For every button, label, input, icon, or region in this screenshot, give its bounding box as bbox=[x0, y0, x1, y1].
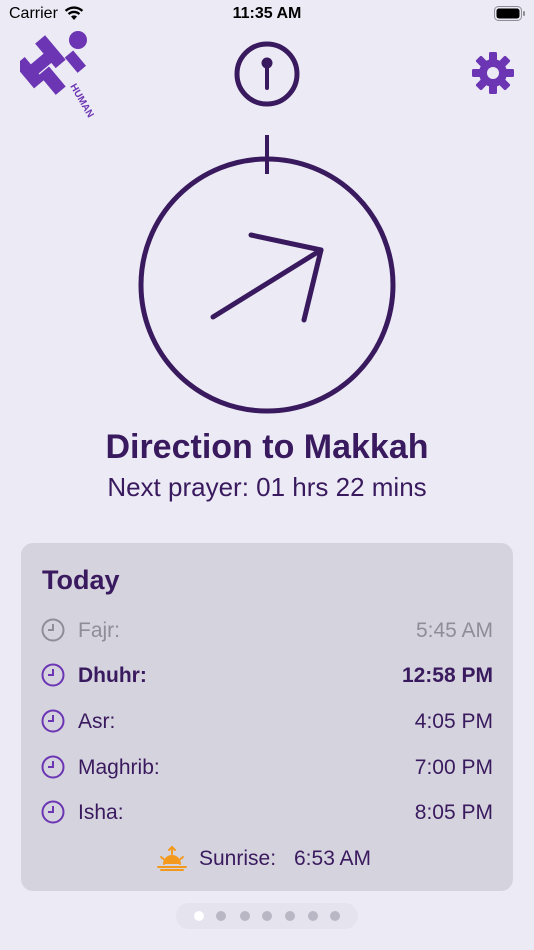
prayer-row-fajr: Fajr: 5:45 AM bbox=[41, 616, 493, 646]
page-dot-3[interactable] bbox=[240, 911, 250, 921]
prayer-time: 4:05 PM bbox=[414, 710, 493, 733]
prayer-name: Isha: bbox=[78, 801, 124, 824]
clock-icon bbox=[41, 800, 65, 824]
next-prayer-countdown: Next prayer: 01 hrs 22 mins bbox=[107, 472, 427, 502]
prayer-name: Fajr: bbox=[78, 619, 120, 642]
page-dot-6[interactable] bbox=[308, 911, 318, 921]
gear-icon[interactable] bbox=[470, 50, 516, 96]
sunrise-row: Sunrise: 6:53 AM bbox=[21, 844, 513, 874]
clock-icon bbox=[41, 663, 65, 687]
qibla-compass bbox=[138, 135, 396, 414]
status-bar: Carrier 11:35 AM bbox=[0, 0, 534, 30]
info-pin-icon[interactable] bbox=[233, 40, 301, 108]
page-dot-4[interactable] bbox=[262, 911, 272, 921]
qibla-arrow-icon bbox=[210, 232, 324, 323]
prayer-row-dhuhr: Dhuhr: 12:58 PM bbox=[41, 661, 493, 691]
battery-icon bbox=[494, 6, 525, 21]
prayer-time: 5:45 AM bbox=[415, 619, 493, 642]
logo-text: HUMAN APPEAL bbox=[67, 82, 106, 118]
sunrise-label: Sunrise: bbox=[199, 847, 277, 870]
prayer-time: 12:58 PM bbox=[401, 664, 493, 687]
prayer-row-isha: Isha: 8:05 PM bbox=[41, 798, 493, 828]
page-dot-2[interactable] bbox=[216, 911, 226, 921]
page-control[interactable] bbox=[176, 903, 358, 929]
sunrise-time: 6:53 AM bbox=[294, 847, 372, 870]
card-title: Today bbox=[42, 565, 120, 595]
human-appeal-logo: HUMAN APPEAL bbox=[20, 31, 106, 118]
prayer-name: Asr: bbox=[78, 710, 116, 733]
clock-icon bbox=[41, 618, 65, 642]
prayer-row-asr: Asr: 4:05 PM bbox=[41, 707, 493, 737]
page-dot-5[interactable] bbox=[285, 911, 295, 921]
page-dot-1[interactable] bbox=[194, 911, 204, 921]
page-dot-7[interactable] bbox=[330, 911, 340, 921]
status-time: 11:35 AM bbox=[232, 5, 302, 22]
clock-icon bbox=[41, 709, 65, 733]
clock-icon bbox=[41, 755, 65, 779]
direction-title: Direction to Makkah bbox=[105, 428, 429, 466]
prayer-name: Dhuhr: bbox=[78, 664, 147, 687]
prayer-name: Maghrib: bbox=[78, 756, 160, 779]
prayer-time: 7:00 PM bbox=[414, 756, 493, 779]
prayer-time: 8:05 PM bbox=[414, 801, 493, 824]
prayer-row-maghrib: Maghrib: 7:00 PM bbox=[41, 753, 493, 783]
today-prayer-card: Today Fajr: 5:45 AM Dhuhr: 12:58 PM Asr:… bbox=[21, 543, 513, 891]
sunrise-icon bbox=[157, 845, 187, 871]
